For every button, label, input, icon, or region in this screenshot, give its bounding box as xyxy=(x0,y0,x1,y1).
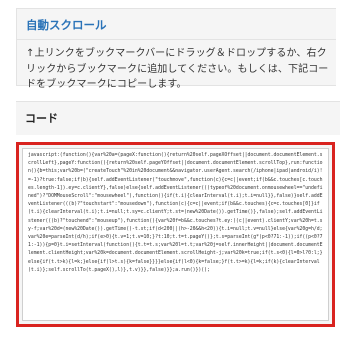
panel-header: 自動スクロール xyxy=(17,9,336,40)
bookmarklet-code[interactable]: javascript:(function(){var%20a=(pageX:fu… xyxy=(28,152,324,275)
code-highlight-frame: javascript:(function(){var%20a=(pageX:fu… xyxy=(16,142,335,327)
code-section-title: コード xyxy=(25,112,58,125)
code-block[interactable]: javascript:(function(){var%20a=(pageX:fu… xyxy=(22,148,329,321)
code-section-header: コード xyxy=(16,101,340,135)
auto-scroll-panel: 自動スクロール ↑上リンクをブックマークバーにドラッグ＆ドロップするか、右クリッ… xyxy=(16,8,336,90)
panel-title[interactable]: 自動スクロール xyxy=(26,18,107,32)
panel-body: ↑上リンクをブックマークバーにドラッグ＆ドロップするか、右クリックからブックマー… xyxy=(17,40,336,93)
panel-description: ↑上リンクをブックマークバーにドラッグ＆ドロップするか、右クリックからブックマー… xyxy=(26,48,329,90)
